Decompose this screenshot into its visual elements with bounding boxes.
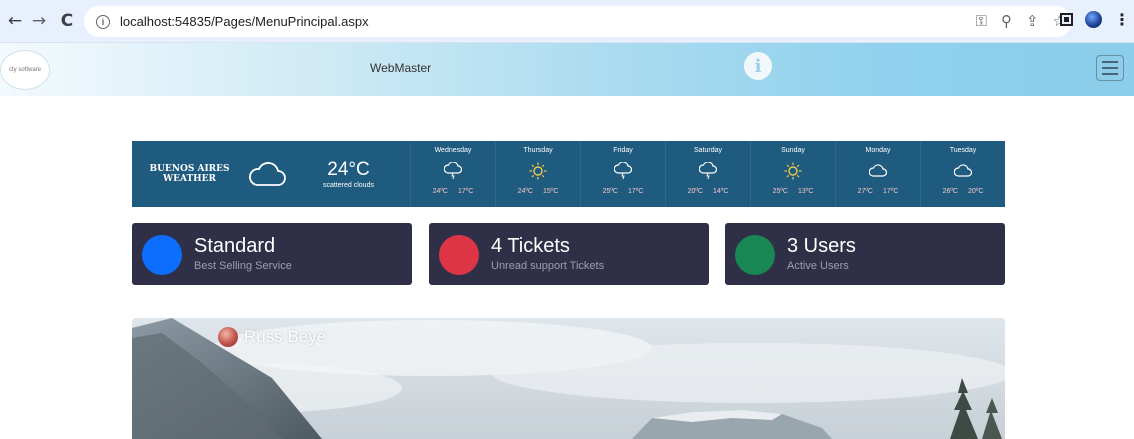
- card-subtitle: Best Selling Service: [194, 260, 292, 272]
- forecast-high: 25ºC: [772, 188, 788, 195]
- company-logo[interactable]: cty software: [0, 50, 50, 90]
- back-arrow-icon[interactable]: ←: [4, 10, 26, 32]
- sun-icon: [784, 160, 802, 182]
- info-icon[interactable]: i: [744, 52, 772, 80]
- forecast-temps: 26ºC 20ºC: [943, 188, 984, 195]
- cloud-icon: [869, 160, 887, 182]
- hero-banner: Russ Beye: [132, 318, 1005, 439]
- current-temperature: 24°C: [327, 158, 370, 180]
- forecast-high: 27ºC: [857, 188, 873, 195]
- url-text[interactable]: localhost:54835/Pages/MenuPrincipal.aspx: [120, 14, 369, 29]
- forecast-high: 24ºC: [517, 188, 533, 195]
- forecast-day-sunday: Sunday 25ºC 13ºC: [750, 141, 835, 207]
- card-title: 3 Users: [787, 235, 856, 257]
- avatar[interactable]: [218, 327, 238, 347]
- current-weather: 24°C scattered clouds: [287, 141, 410, 207]
- weather-city-name: BUENOS AIRES: [149, 164, 230, 174]
- rain-cloud-icon: [699, 160, 717, 182]
- app-header: cty software WebMaster i: [0, 43, 1134, 96]
- forecast-day-name: Sunday: [781, 147, 805, 154]
- brand-title[interactable]: WebMaster: [370, 61, 431, 75]
- card-standard[interactable]: Standard Best Selling Service: [132, 223, 412, 285]
- rain-cloud-icon: [614, 160, 632, 182]
- zoom-icon[interactable]: ⚲: [1001, 12, 1012, 30]
- forecast-low: 20ºC: [968, 188, 984, 195]
- forecast-day-wednesday: Wednesday 24ºC 17ºC: [410, 141, 495, 207]
- browser-toolbar: ← → C i localhost:54835/Pages/MenuPrinci…: [0, 0, 1134, 43]
- forecast-low: 17ºC: [628, 188, 644, 195]
- status-dot-icon: [735, 235, 775, 275]
- key-icon[interactable]: ⚿: [976, 12, 987, 30]
- forecast-temps: 25ºC 17ºC: [603, 188, 644, 195]
- forecast-days: Wednesday 24ºC 17ºC Thursday 24ºC 15ºC Friday 2…: [410, 141, 1005, 207]
- card-users[interactable]: 3 Users Active Users: [725, 223, 1005, 285]
- forecast-temps: 24ºC 15ºC: [518, 188, 559, 195]
- cloud-icon: [247, 141, 287, 207]
- status-dot-icon: [142, 235, 182, 275]
- forecast-day-name: Monday: [865, 147, 891, 154]
- sun-icon: [529, 160, 547, 182]
- forecast-temps: 20ºC 14ºC: [688, 188, 729, 195]
- current-description: scattered clouds: [323, 181, 374, 189]
- hamburger-menu-button[interactable]: [1096, 55, 1124, 81]
- forecast-high: 20ºC: [687, 188, 703, 195]
- forecast-temps: 25ºC 13ºC: [773, 188, 814, 195]
- address-bar[interactable]: i localhost:54835/Pages/MenuPrincipal.as…: [84, 6, 1072, 37]
- forecast-day-thursday: Thursday 24ºC 15ºC: [495, 141, 580, 207]
- forecast-temps: 27ºC 17ºC: [858, 188, 899, 195]
- weather-widget: BUENOS AIRES WEATHER 24°C scattered clou…: [132, 141, 1005, 207]
- forecast-low: 17ºC: [883, 188, 899, 195]
- forecast-day-name: Wednesday: [434, 147, 472, 154]
- forecast-day-name: Saturday: [693, 147, 723, 154]
- forecast-day-friday: Friday 25ºC 17ºC: [580, 141, 665, 207]
- side-panel-icon[interactable]: [1060, 13, 1073, 26]
- status-dot-icon: [439, 235, 479, 275]
- card-title: 4 Tickets: [491, 235, 570, 257]
- card-title: Standard: [194, 235, 276, 257]
- site-info-icon[interactable]: i: [96, 14, 110, 29]
- forecast-high: 24ºC: [432, 188, 448, 195]
- card-tickets[interactable]: 4 Tickets Unread support Tickets: [429, 223, 709, 285]
- forecast-day-monday: Monday 27ºC 17ºC: [835, 141, 920, 207]
- forecast-day-tuesday: Tuesday 26ºC 20ºC: [920, 141, 1005, 207]
- forecast-low: 17ºC: [458, 188, 474, 195]
- cloud-icon: [954, 160, 972, 182]
- forecast-high: 25ºC: [602, 188, 618, 195]
- reload-icon[interactable]: C: [56, 10, 78, 32]
- forecast-day-saturday: Saturday 20ºC 14ºC: [665, 141, 750, 207]
- card-subtitle: Active Users: [787, 260, 849, 272]
- forecast-low: 14ºC: [713, 188, 729, 195]
- share-icon[interactable]: ⇪: [1026, 12, 1039, 30]
- forecast-day-name: Thursday: [523, 147, 553, 154]
- forecast-low: 15ºC: [543, 188, 559, 195]
- hero-user[interactable]: Russ Beye: [218, 327, 326, 347]
- forecast-day-name: Friday: [613, 147, 633, 154]
- forecast-temps: 24ºC 17ºC: [433, 188, 474, 195]
- forecast-day-name: Tuesday: [949, 147, 977, 154]
- browser-menu-icon[interactable]: ⋮: [1114, 10, 1130, 29]
- forward-arrow-icon[interactable]: →: [28, 10, 50, 32]
- rain-cloud-icon: [444, 160, 462, 182]
- weather-label: WEATHER: [163, 174, 216, 184]
- user-name: Russ Beye: [244, 327, 327, 346]
- weather-city: BUENOS AIRES WEATHER: [132, 141, 247, 207]
- forecast-high: 26ºC: [942, 188, 958, 195]
- profile-globe-icon[interactable]: [1085, 11, 1102, 28]
- card-subtitle: Unread support Tickets: [491, 260, 605, 272]
- logo-text: cty software: [8, 67, 41, 73]
- forecast-low: 13ºC: [798, 188, 814, 195]
